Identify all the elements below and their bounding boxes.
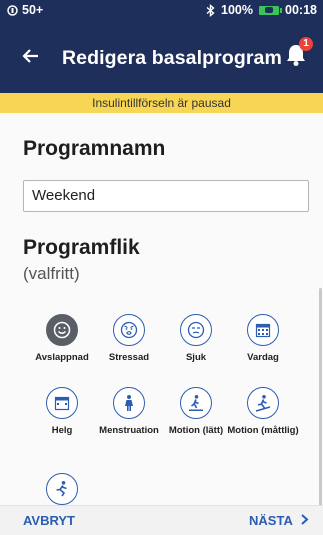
page-title: Redigera basalprogram xyxy=(62,47,282,69)
program-name-input[interactable]: Weekend xyxy=(23,180,309,212)
notification-badge: 1 xyxy=(299,37,313,51)
program-name-heading: Programnamn xyxy=(23,137,166,160)
chevron-right-icon xyxy=(301,514,309,525)
walking-icon xyxy=(180,387,212,419)
program-tag-optional: (valfritt) xyxy=(23,264,80,283)
back-arrow-icon[interactable] xyxy=(22,41,40,71)
calendar-weekend-icon xyxy=(46,387,78,419)
tag-label: Stressad xyxy=(108,352,150,363)
smiley-icon xyxy=(46,314,78,346)
tag-menstruation[interactable]: Menstruation xyxy=(91,387,167,436)
female-figure-icon xyxy=(113,387,145,419)
calendar-weekday-icon xyxy=(247,314,279,346)
program-tag-heading: Programflik xyxy=(23,236,140,259)
tag-sjuk[interactable]: Sjuk xyxy=(158,314,234,363)
notification-bell-icon[interactable]: 1 xyxy=(285,37,313,69)
tag-helg[interactable]: Helg xyxy=(24,387,100,436)
tag-avslappnad[interactable]: Avslappnad xyxy=(24,314,100,363)
tag-label: Vardag xyxy=(247,352,279,363)
scrollbar[interactable] xyxy=(319,288,322,505)
tag-label: Helg xyxy=(51,425,73,436)
paused-banner: Insulintillförseln är pausad xyxy=(0,93,323,113)
next-button[interactable]: NÄSTA xyxy=(249,513,309,528)
status-bar: 50+ 100% 00:18 xyxy=(0,0,323,21)
battery-icon xyxy=(259,5,283,15)
running-icon xyxy=(46,473,78,505)
signal-indicator: 50+ xyxy=(7,3,43,17)
cancel-button[interactable]: AVBRYT xyxy=(23,513,75,528)
tag-motion-intensiv[interactable] xyxy=(24,473,100,505)
signal-value: 50+ xyxy=(22,3,44,17)
footer-bar: AVBRYT NÄSTA xyxy=(0,505,323,535)
tag-label: Avslappnad xyxy=(35,352,89,363)
tag-label: Motion (lätt) xyxy=(168,425,224,436)
form-content: Programnamn Weekend Programflik (valfrit… xyxy=(0,113,323,505)
sick-face-icon xyxy=(180,314,212,346)
battery-percent: 100% xyxy=(221,3,254,17)
jogging-icon xyxy=(247,387,279,419)
bluetooth-icon xyxy=(206,3,215,17)
next-label: NÄSTA xyxy=(249,513,293,528)
stressed-face-icon xyxy=(113,314,145,346)
tag-label: Sjuk xyxy=(185,352,207,363)
tag-label: Motion (måttlig) xyxy=(227,425,299,436)
clock-time: 00:18 xyxy=(285,3,317,17)
app-header: Redigera basalprogram 1 xyxy=(0,21,323,93)
tag-vardag[interactable]: Vardag xyxy=(225,314,301,363)
tag-label: Menstruation xyxy=(99,425,159,436)
signal-icon xyxy=(7,4,18,16)
tag-motion-mattlig[interactable]: Motion (måttlig) xyxy=(225,387,301,436)
tag-stressad[interactable]: Stressad xyxy=(91,314,167,363)
tag-motion-latt[interactable]: Motion (lätt) xyxy=(158,387,234,436)
